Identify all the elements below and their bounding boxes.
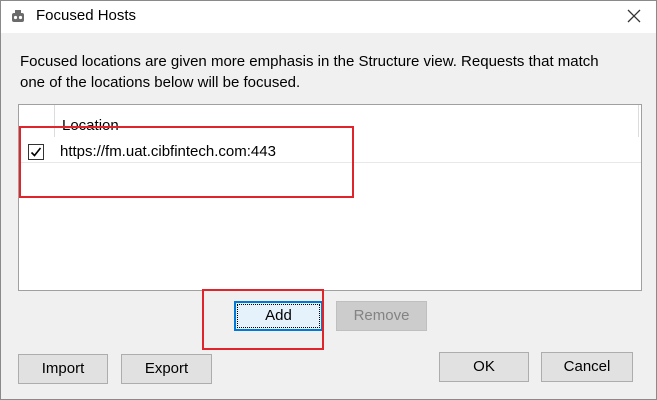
remove-button[interactable]: Remove xyxy=(336,301,427,331)
app-icon xyxy=(11,9,25,23)
import-button[interactable]: Import xyxy=(18,354,108,384)
ok-button[interactable]: OK xyxy=(439,352,529,382)
focused-hosts-dialog: Focused Hosts Focused locations are give… xyxy=(0,0,657,400)
highlight-box-add xyxy=(202,289,324,350)
cancel-button[interactable]: Cancel xyxy=(541,352,633,382)
title-bar: Focused Hosts xyxy=(1,1,656,33)
description-text: Focused locations are given more emphasi… xyxy=(20,53,599,91)
close-icon[interactable] xyxy=(626,8,642,24)
window-title: Focused Hosts xyxy=(36,7,137,24)
export-button[interactable]: Export xyxy=(121,354,212,384)
header-divider xyxy=(638,105,639,137)
highlight-box-row xyxy=(19,126,354,198)
